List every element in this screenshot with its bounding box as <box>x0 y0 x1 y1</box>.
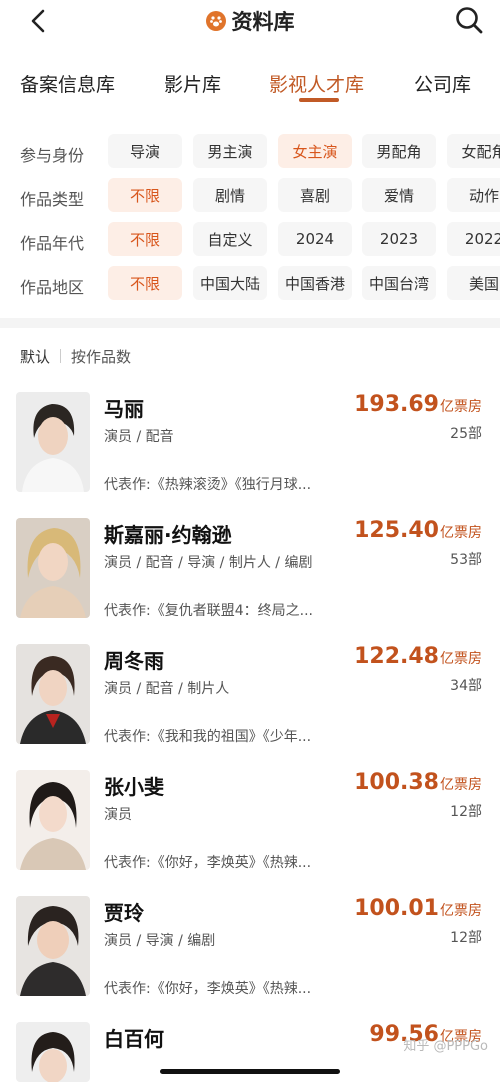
filter-chip[interactable]: 剧情 <box>193 178 267 212</box>
avatar <box>16 644 90 744</box>
person-roles: 演员 / 配音 / 制片人 <box>104 681 230 697</box>
filter-chip[interactable]: 美国 <box>447 266 500 300</box>
list-item[interactable]: 贾玲 演员 / 导演 / 编剧 代表作:《你好，李焕英》《热辣... 100.0… <box>0 896 500 1022</box>
person-representative-works: 代表作:《复仇者联盟4：终局之... <box>104 603 313 619</box>
paw-icon <box>205 11 226 31</box>
filter-label: 参与身份 <box>20 146 85 165</box>
box-office-value: 100.38 <box>354 770 439 795</box>
person-name: 贾玲 <box>104 901 144 925</box>
person-representative-works: 代表作:《你好，李焕英》《热辣... <box>104 981 312 997</box>
filter-chip[interactable]: 男主演 <box>193 134 267 168</box>
filter-chip[interactable]: 爱情 <box>362 178 436 212</box>
avatar <box>16 896 90 996</box>
filter-chip-selected[interactable]: 不限 <box>108 222 182 256</box>
person-roles: 演员 / 配音 / 导演 / 制片人 / 编剧 <box>104 555 313 571</box>
box-office-value: 125.40 <box>354 518 439 543</box>
box-office: 100.01 亿票房 <box>354 896 482 921</box>
filter-chip[interactable]: 自定义 <box>193 222 267 256</box>
top-bar: 资料库 <box>0 0 500 46</box>
sort-by-count[interactable]: 按作品数 <box>71 346 131 367</box>
filter-chip-selected[interactable]: 不限 <box>108 178 182 212</box>
person-representative-works: 代表作:《你好，李焕英》《热辣... <box>104 855 312 871</box>
box-office: 193.69 亿票房 <box>354 392 482 417</box>
tab-companies[interactable]: 公司库 <box>414 70 471 97</box>
filter-chip[interactable]: 导演 <box>108 134 182 168</box>
works-count: 12部 <box>450 930 482 946</box>
box-office-value: 122.48 <box>354 644 439 669</box>
filter-chip[interactable]: 中国香港 <box>278 266 352 300</box>
page-title: 资料库 <box>231 10 295 34</box>
avatar <box>16 518 90 618</box>
box-office-unit: 亿票房 <box>440 651 482 667</box>
filter-chip[interactable]: 男配角 <box>362 134 436 168</box>
list-item[interactable]: 周冬雨 演员 / 配音 / 制片人 代表作:《我和我的祖国》《少年... 122… <box>0 644 500 770</box>
filter-chip[interactable]: 喜剧 <box>278 178 352 212</box>
box-office: 100.38 亿票房 <box>354 770 482 795</box>
person-roles: 演员 / 导演 / 编剧 <box>104 933 216 949</box>
filter-row-region: 作品地区 不限 中国大陆 中国香港 中国台湾 美国 <box>0 266 500 302</box>
filter-row-identity: 参与身份 导演 男主演 女主演 男配角 女配角 <box>0 134 500 170</box>
tab-filing-info[interactable]: 备案信息库 <box>20 70 115 97</box>
filter-chip[interactable]: 女配角 <box>447 134 500 168</box>
filter-label: 作品类型 <box>20 190 85 209</box>
filter-label: 作品地区 <box>20 278 85 297</box>
box-office-unit: 亿票房 <box>440 903 482 919</box>
filter-panel: 参与身份 导演 男主演 女主演 男配角 女配角 作品类型 不限 剧情 喜剧 爱情… <box>0 118 500 308</box>
person-representative-works: 代表作:《我和我的祖国》《少年... <box>104 729 312 745</box>
filter-chip-selected[interactable]: 女主演 <box>278 134 352 168</box>
filter-chip[interactable]: 中国大陆 <box>193 266 267 300</box>
search-icon[interactable] <box>454 5 484 35</box>
list-item[interactable]: 马丽 演员 / 配音 代表作:《热辣滚烫》《独行月球... 193.69 亿票房… <box>0 392 500 518</box>
person-roles: 演员 <box>104 807 132 823</box>
box-office-unit: 亿票房 <box>440 525 482 541</box>
avatar <box>16 392 90 492</box>
person-roles: 演员 / 配音 <box>104 429 174 445</box>
list-item[interactable]: 张小斐 演员 代表作:《你好，李焕英》《热辣... 100.38 亿票房 12部 <box>0 770 500 896</box>
works-count: 53部 <box>450 552 482 568</box>
person-name: 斯嘉丽·约翰逊 <box>104 523 232 547</box>
works-count: 12部 <box>450 804 482 820</box>
person-name: 马丽 <box>104 397 144 421</box>
filter-row-genre: 作品类型 不限 剧情 喜剧 爱情 动作 <box>0 178 500 214</box>
filter-chip[interactable]: 动作 <box>447 178 500 212</box>
filter-row-year: 作品年代 不限 自定义 2024 2023 2022 <box>0 222 500 258</box>
box-office-value: 100.01 <box>354 896 439 921</box>
filter-chip[interactable]: 2022 <box>447 222 500 256</box>
section-divider <box>0 318 500 328</box>
box-office-unit: 亿票房 <box>440 399 482 415</box>
box-office: 122.48 亿票房 <box>354 644 482 669</box>
person-name: 周冬雨 <box>104 649 164 673</box>
list-item[interactable]: 斯嘉丽·约翰逊 演员 / 配音 / 导演 / 制片人 / 编剧 代表作:《复仇者… <box>0 518 500 644</box>
filter-chip[interactable]: 中国台湾 <box>362 266 436 300</box>
person-name: 白百何 <box>104 1027 164 1051</box>
avatar <box>16 1022 90 1082</box>
watermark: 知乎 @PPPGo <box>403 1039 488 1054</box>
box-office-value: 193.69 <box>354 392 439 417</box>
tab-talent[interactable]: 影视人才库 <box>269 70 364 97</box>
sort-default[interactable]: 默认 <box>20 346 50 367</box>
filter-chip-selected[interactable]: 不限 <box>108 266 182 300</box>
sort-options: 默认 按作品数 <box>20 345 131 367</box>
person-name: 张小斐 <box>104 775 164 799</box>
person-representative-works: 代表作:《热辣滚烫》《独行月球... <box>104 477 312 493</box>
category-tabs: 备案信息库 影片库 影视人才库 公司库 <box>0 58 500 106</box>
tab-films[interactable]: 影片库 <box>164 70 221 97</box>
home-indicator[interactable] <box>160 1069 340 1074</box>
filter-label: 作品年代 <box>20 234 85 253</box>
box-office-unit: 亿票房 <box>440 777 482 793</box>
filter-chip[interactable]: 2024 <box>278 222 352 256</box>
box-office: 125.40 亿票房 <box>354 518 482 543</box>
avatar <box>16 770 90 870</box>
filter-chip[interactable]: 2023 <box>362 222 436 256</box>
works-count: 25部 <box>450 426 482 442</box>
works-count: 34部 <box>450 678 482 694</box>
sort-divider <box>60 349 62 363</box>
active-tab-indicator <box>299 98 339 102</box>
